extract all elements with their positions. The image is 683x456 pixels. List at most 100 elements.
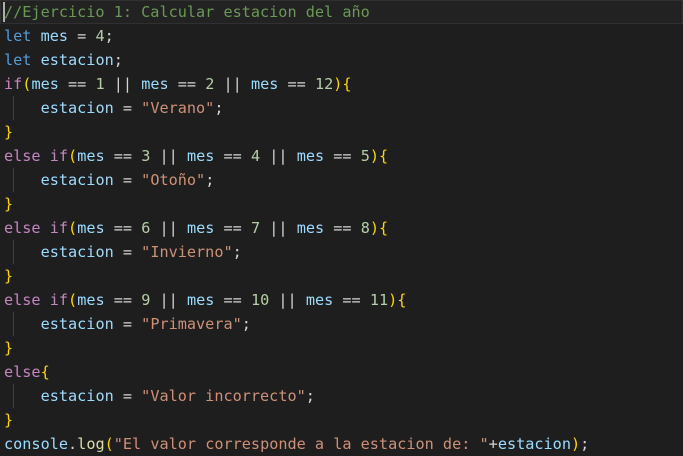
code-token: estacion (497, 435, 571, 453)
code-token: else (4, 291, 41, 309)
code-token: || (150, 291, 187, 309)
code-line[interactable]: } (0, 120, 683, 144)
code-token: mes (186, 147, 215, 165)
code-token: if (49, 147, 69, 165)
code-line[interactable]: else if(mes == 9 || mes == 10 || mes == … (0, 288, 683, 312)
code-token: == (104, 147, 142, 165)
indent-guide (13, 312, 14, 336)
code-token: else (4, 363, 41, 381)
code-token: 12 (314, 75, 334, 93)
code-token: { (397, 291, 407, 309)
indent-guide (13, 168, 14, 192)
code-token: mes (77, 219, 105, 237)
code-token: mes (296, 147, 325, 165)
code-token: || (269, 291, 306, 309)
code-token: "El valor corresponde a la estacion de: … (113, 435, 489, 453)
code-line[interactable]: estacion = "Valor incorrecto"; (0, 384, 683, 408)
code-token: == (214, 291, 251, 309)
code-token: 8 (360, 219, 370, 237)
code-token: = (113, 243, 142, 261)
code-token: "Valor incorrecto" (141, 387, 306, 405)
code-editor[interactable]: //Ejercicio 1: Calcular estacion del año… (0, 0, 683, 456)
code-line[interactable]: } (0, 264, 683, 288)
code-token: = (113, 315, 142, 333)
code-token: estacion (40, 243, 114, 261)
code-token: "Otoño" (141, 171, 206, 189)
code-line[interactable]: } (0, 192, 683, 216)
code-token: == (58, 75, 96, 93)
code-token: } (4, 195, 14, 213)
code-line[interactable]: else if(mes == 3 || mes == 4 || mes == 5… (0, 144, 683, 168)
code-line[interactable]: else if(mes == 6 || mes == 7 || mes == 8… (0, 216, 683, 240)
code-token: == (104, 291, 142, 309)
code-token: 2 (205, 75, 215, 93)
code-token: mes (141, 75, 169, 93)
code-token: mes (250, 75, 279, 93)
code-token: ; (305, 387, 315, 405)
code-token: mes (296, 219, 325, 237)
code-token: 3 (141, 147, 151, 165)
code-line[interactable]: else{ (0, 360, 683, 384)
code-token: } (4, 411, 14, 429)
code-token: == (324, 219, 361, 237)
code-line[interactable]: let mes = 4; (0, 24, 683, 48)
code-line[interactable]: estacion = "Primavera"; (0, 312, 683, 336)
code-token: else (4, 147, 41, 165)
code-token: //Ejercicio 1: Calcular estacion del año (4, 3, 370, 21)
code-token: estacion (40, 99, 114, 117)
code-token: . (68, 435, 78, 453)
code-token: if (49, 219, 69, 237)
code-line[interactable]: estacion = "Otoño"; (0, 168, 683, 192)
code-token: console (4, 435, 69, 453)
code-token: = (113, 171, 142, 189)
code-token: || (104, 75, 142, 93)
code-token: { (379, 219, 389, 237)
code-token: = (68, 27, 96, 45)
code-token: 7 (250, 219, 261, 237)
code-token: == (333, 291, 370, 309)
code-token: || (214, 75, 251, 93)
code-token: == (214, 219, 251, 237)
code-token: if (4, 75, 23, 93)
indent-guide (13, 96, 14, 120)
code-line[interactable]: //Ejercicio 1: Calcular estacion del año (0, 0, 683, 24)
code-token: 5 (360, 147, 370, 165)
indent-guide (13, 240, 14, 264)
code-token: estacion (40, 387, 114, 405)
code-token: + (488, 435, 498, 453)
code-line[interactable]: let estacion; (0, 48, 683, 72)
code-line[interactable]: console.log("El valor corresponde a la e… (0, 432, 683, 456)
code-token: || (260, 219, 297, 237)
code-token: estacion (40, 315, 114, 333)
code-token: } (4, 267, 14, 285)
code-token: mes (40, 27, 69, 45)
code-token: == (278, 75, 315, 93)
code-line[interactable]: } (0, 408, 683, 432)
code-token: log (77, 435, 105, 453)
indent-guide (13, 384, 14, 408)
code-token: = (113, 99, 142, 117)
code-token: mes (31, 75, 59, 93)
code-token: if (49, 291, 69, 309)
code-token: 1 (95, 75, 105, 93)
code-line[interactable]: if(mes == 1 || mes == 2 || mes == 12){ (0, 72, 683, 96)
code-line[interactable]: estacion = "Verano"; (0, 96, 683, 120)
code-token: == (214, 147, 251, 165)
code-token: ; (113, 51, 123, 69)
code-token: || (150, 147, 187, 165)
code-token: ) (388, 291, 398, 309)
code-token: = (113, 387, 142, 405)
code-token: } (4, 339, 14, 357)
code-token: estacion (40, 171, 114, 189)
code-token: 10 (250, 291, 270, 309)
code-token: "Primavera" (141, 315, 242, 333)
code-line[interactable]: } (0, 336, 683, 360)
code-line[interactable]: estacion = "Invierno"; (0, 240, 683, 264)
